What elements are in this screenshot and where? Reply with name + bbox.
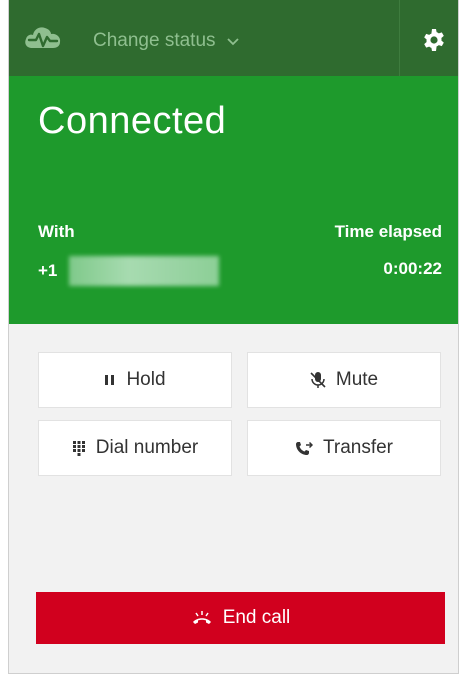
transfer-icon (295, 441, 313, 455)
hangup-icon (192, 611, 211, 624)
end-call-button[interactable]: End call (36, 592, 445, 644)
cloud-logo-icon (25, 27, 61, 48)
chevron-down-icon (226, 38, 239, 46)
pause-icon (105, 375, 115, 385)
redacted-number (69, 256, 220, 286)
change-status-dropdown[interactable]: Change status (93, 26, 240, 56)
dialpad-icon (72, 441, 85, 456)
hold-button[interactable]: Hold (38, 352, 232, 408)
time-elapsed-label: Time elapsed (334, 222, 442, 241)
transfer-label: Transfer (322, 437, 394, 458)
time-elapsed-value: 0:00:22 (383, 259, 442, 278)
caller-number-prefix: +1 (38, 261, 58, 280)
end-call-label: End call (222, 607, 291, 628)
caller-number: +1 (38, 256, 220, 286)
ccp-panel: Change status Connected With +1 Time ela… (8, 0, 459, 674)
dial-number-button[interactable]: Dial number (38, 420, 232, 476)
change-status-label: Change status (93, 30, 216, 51)
dial-number-label: Dial number (95, 437, 199, 458)
transfer-button[interactable]: Transfer (247, 420, 441, 476)
mute-button[interactable]: Mute (247, 352, 441, 408)
hold-label: Hold (126, 369, 166, 390)
gear-icon[interactable] (422, 28, 446, 52)
call-status-panel: Connected With +1 Time elapsed 0:00:22 (9, 76, 458, 324)
call-state-title: Connected (38, 100, 227, 142)
mic-off-icon (310, 372, 326, 388)
top-bar: Change status (9, 0, 458, 76)
divider (399, 0, 400, 76)
mute-label: Mute (335, 369, 379, 390)
with-label: With (38, 222, 75, 241)
